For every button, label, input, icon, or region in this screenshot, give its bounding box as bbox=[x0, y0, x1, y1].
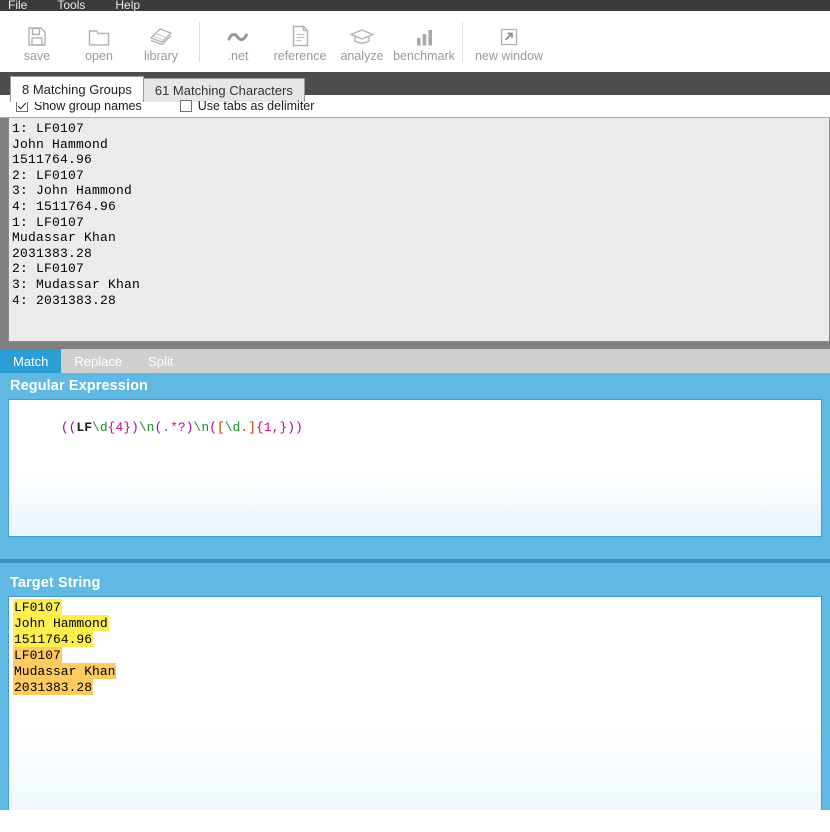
regex-token: [ bbox=[216, 420, 225, 435]
toolbar-button-library[interactable]: library bbox=[130, 21, 192, 63]
toolbar-button-new-window[interactable]: new window bbox=[470, 21, 548, 63]
target-section-title: Target String bbox=[10, 575, 101, 591]
regex-token: \d bbox=[92, 420, 108, 435]
tab-matching-groups[interactable]: 8 Matching Groups bbox=[10, 76, 144, 102]
toolbar-label-library: library bbox=[143, 48, 179, 63]
match-highlight: LF0107 bbox=[13, 599, 62, 615]
books-icon bbox=[149, 21, 173, 47]
result-line: 1: LF0107 bbox=[12, 214, 85, 230]
result-line: 3: John Hammond bbox=[12, 183, 133, 199]
regex-token: ] bbox=[248, 420, 256, 435]
toolbar-label-reference: reference bbox=[273, 48, 327, 63]
toolbar-label-dotnet: .net bbox=[227, 48, 249, 63]
tab-match[interactable]: Match bbox=[0, 349, 62, 373]
tab-split[interactable]: Split bbox=[135, 349, 187, 373]
result-line: 2: LF0107 bbox=[12, 167, 85, 183]
target-line: 2031383.28 bbox=[13, 679, 817, 696]
toolbar-button-dotnet[interactable]: .net bbox=[207, 21, 269, 63]
regex-token: ) bbox=[131, 420, 139, 435]
checkbox-use-tabs-as-delimiter[interactable]: Use tabs as delimiter bbox=[179, 99, 315, 113]
regex-section-title: Regular Expression bbox=[10, 378, 148, 394]
menu-item-help[interactable]: Help bbox=[115, 0, 140, 11]
toolbar-label-new-window: new window bbox=[474, 48, 544, 63]
toolbar-button-save[interactable]: save bbox=[6, 21, 68, 63]
target-line: LF0107 bbox=[13, 599, 817, 616]
toolbar-separator-2 bbox=[462, 21, 463, 62]
tab-replace[interactable]: Replace bbox=[61, 349, 136, 373]
document-icon bbox=[291, 21, 310, 47]
section-gap-lower bbox=[0, 563, 830, 570]
result-line: 1511764.96 bbox=[12, 152, 93, 168]
target-line: 1511764.96 bbox=[13, 631, 817, 648]
toolbar-label-save: save bbox=[23, 48, 51, 63]
bar-chart-icon bbox=[414, 21, 435, 47]
match-highlight: 1511764.96 bbox=[13, 631, 94, 647]
folder-icon bbox=[88, 21, 110, 47]
result-line: Mudassar Khan bbox=[12, 230, 117, 246]
regex-token: (( bbox=[60, 420, 77, 435]
results-tab-band: 8 Matching Groups 61 Matching Characters bbox=[0, 72, 830, 102]
regex-token: LF bbox=[76, 420, 93, 435]
section-gap bbox=[0, 537, 830, 559]
result-line: 4: 2031383.28 bbox=[12, 292, 117, 308]
regex-token: {4} bbox=[107, 420, 132, 435]
toolbar-label-analyze: analyze bbox=[340, 48, 384, 63]
toolbar-button-open[interactable]: open bbox=[68, 21, 130, 63]
regex-token: \n bbox=[138, 420, 155, 435]
result-line: 1: LF0107 bbox=[12, 121, 85, 136]
toolbar-separator-1 bbox=[199, 21, 200, 62]
regex-token: ( bbox=[209, 420, 217, 435]
regex-token: \n bbox=[193, 420, 210, 435]
result-line: 2: LF0107 bbox=[12, 261, 85, 277]
match-highlight: John Hammond bbox=[13, 615, 109, 631]
checkbox-unchecked-icon[interactable] bbox=[179, 100, 192, 112]
regex-value: ((LF\d{4})\n(.*?)\n([\d.]{1,})) bbox=[14, 404, 816, 452]
regex-token: )) bbox=[287, 420, 303, 435]
menu-item-tools[interactable]: Tools bbox=[57, 0, 85, 11]
match-highlight: 2031383.28 bbox=[13, 679, 94, 695]
results-panel-wrapper: 1: LF0107 John Hammond 1511764.96 2: LF0… bbox=[0, 118, 830, 349]
target-section: Target String LF0107 John Hammond 151176… bbox=[0, 570, 830, 810]
toolbar: save open library .net reference analyze… bbox=[0, 11, 830, 72]
toolbar-button-analyze[interactable]: analyze bbox=[331, 21, 393, 63]
menu-item-file[interactable]: File bbox=[8, 0, 27, 11]
regex-token: {1,} bbox=[255, 420, 288, 435]
regex-input[interactable]: ((LF\d{4})\n(.*?)\n([\d.]{1,})) bbox=[8, 399, 822, 537]
regex-token: . bbox=[240, 420, 249, 435]
toolbar-label-open: open bbox=[85, 48, 113, 63]
regex-section: Regular Expression ((LF\d{4})\n(.*?)\n([… bbox=[0, 373, 830, 537]
target-string-input[interactable]: LF0107 John Hammond 1511764.96 LF0107 Mu… bbox=[8, 596, 822, 810]
mode-tabstrip: Match Replace Split bbox=[0, 349, 830, 373]
checkbox-use-tabs-label: Use tabs as delimiter bbox=[197, 99, 315, 113]
regex-token: . bbox=[162, 420, 171, 435]
results-output-area[interactable]: 1: LF0107 John Hammond 1511764.96 2: LF0… bbox=[8, 118, 830, 342]
target-line: John Hammond bbox=[13, 615, 817, 632]
regex-token: ) bbox=[185, 420, 194, 435]
external-link-icon bbox=[499, 21, 519, 47]
toolbar-label-benchmark: benchmark bbox=[393, 48, 455, 63]
match-highlight: LF0107 bbox=[13, 647, 62, 663]
graduation-cap-icon bbox=[349, 21, 375, 47]
regex-token: *? bbox=[170, 420, 186, 435]
result-line: 3: Mudassar Khan bbox=[12, 276, 141, 292]
target-line: LF0107 bbox=[13, 647, 817, 664]
result-line: 2031383.28 bbox=[12, 245, 93, 261]
floppy-disk-icon bbox=[27, 21, 47, 47]
mode-tabstrip-filler bbox=[186, 349, 830, 373]
match-highlight: Mudassar Khan bbox=[13, 663, 117, 679]
target-line: Mudassar Khan bbox=[13, 663, 817, 680]
regex-token: \d bbox=[224, 420, 241, 435]
menu-bar: File Tools Help bbox=[0, 0, 830, 11]
result-line: 4: 1511764.96 bbox=[12, 198, 117, 214]
toolbar-button-benchmark[interactable]: benchmark bbox=[393, 21, 455, 63]
tilde-icon bbox=[226, 21, 250, 47]
toolbar-button-reference[interactable]: reference bbox=[269, 21, 331, 63]
result-line: John Hammond bbox=[12, 136, 109, 152]
